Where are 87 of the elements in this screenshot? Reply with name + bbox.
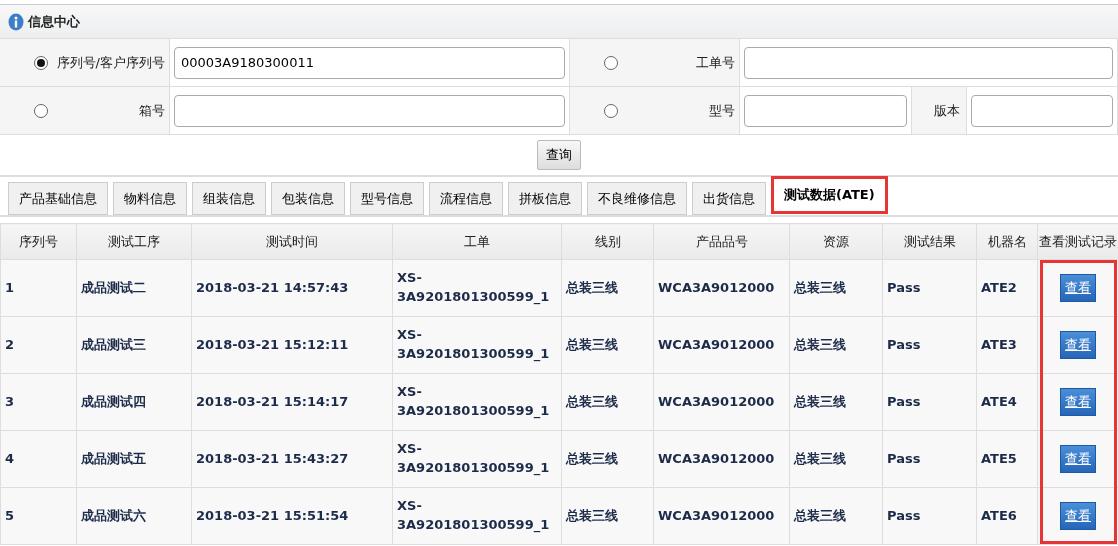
tab[interactable]: 拼板信息 [508, 182, 582, 215]
table-cell: WCA3A9012000 [653, 430, 790, 488]
table-cell: 总装三线 [789, 373, 883, 431]
table-cell: XS-3A9201801300599_1 [392, 373, 562, 431]
table-cell: Pass [882, 430, 977, 488]
table-cell: ATE5 [976, 430, 1038, 488]
table-cell: 成品测试四 [76, 373, 192, 431]
table-cell: WCA3A9012000 [653, 373, 790, 431]
radio-button[interactable] [34, 55, 48, 70]
input-field[interactable]: 00003A9180300011 [174, 46, 565, 79]
tab[interactable]: 测试数据(ATE) [771, 176, 888, 214]
table-cell: 成品测试六 [76, 487, 192, 545]
table-cell: XS-3A9201801300599_1 [392, 259, 562, 317]
table-cell: WCA3A9012000 [653, 487, 790, 545]
table-cell: 总装三线 [561, 430, 654, 488]
panel-title: 信息中心 [28, 12, 80, 31]
table-cell: XS-3A9201801300599_1 [392, 430, 562, 488]
column-header: 工单 [392, 223, 562, 260]
table-cell: 总装三线 [561, 259, 654, 317]
table-cell: 总装三线 [561, 316, 654, 374]
table-cell: Pass [882, 316, 977, 374]
table-cell: 3 [0, 373, 77, 431]
tab[interactable]: 不良维修信息 [587, 182, 687, 215]
field-label: 箱号 [139, 101, 165, 120]
tab[interactable]: 出货信息 [692, 182, 766, 215]
table-cell: 总装三线 [561, 373, 654, 431]
field-label: 版本 [934, 101, 960, 120]
table-cell: 成品测试三 [76, 316, 192, 374]
table-cell: WCA3A9012000 [653, 316, 790, 374]
table-cell: 成品测试五 [76, 430, 192, 488]
info-icon [8, 12, 24, 31]
table-cell: 总装三线 [789, 259, 883, 317]
table-cell: 成品测试二 [76, 259, 192, 317]
column-header: 查看测试记录 [1037, 223, 1118, 260]
view-button[interactable]: 查看 [1060, 273, 1096, 303]
table-cell: 1 [0, 259, 77, 317]
tab[interactable]: 物料信息 [113, 182, 187, 215]
table-cell: WCA3A9012000 [653, 259, 790, 317]
input-field[interactable] [971, 94, 1113, 127]
table-cell: ATE3 [976, 316, 1038, 374]
table-cell: 4 [0, 430, 77, 488]
table-cell: 2018-03-21 15:12:11 [191, 316, 393, 374]
table-cell: ATE4 [976, 373, 1038, 431]
column-header: 测试工序 [76, 223, 192, 260]
column-header: 测试结果 [882, 223, 977, 260]
tab[interactable]: 型号信息 [350, 182, 424, 215]
view-button[interactable]: 查看 [1060, 387, 1096, 417]
table-cell: 总装三线 [789, 487, 883, 545]
input-field[interactable] [744, 46, 1113, 79]
tab[interactable]: 流程信息 [429, 182, 503, 215]
table-cell: Pass [882, 259, 977, 317]
table-cell: 总装三线 [789, 316, 883, 374]
table-cell: 2018-03-21 15:51:54 [191, 487, 393, 545]
column-header: 资源 [789, 223, 883, 260]
view-button[interactable]: 查看 [1060, 444, 1096, 474]
table-cell: 2 [0, 316, 77, 374]
column-header: 线别 [561, 223, 654, 260]
table-cell: 2018-03-21 15:14:17 [191, 373, 393, 431]
input-field[interactable] [744, 94, 907, 127]
field-label: 工单号 [696, 53, 735, 72]
radio-button[interactable] [604, 55, 618, 70]
view-button[interactable]: 查看 [1060, 330, 1096, 360]
query-button[interactable]: 查询 [537, 140, 581, 170]
column-header: 序列号 [0, 223, 77, 260]
tab[interactable]: 组装信息 [192, 182, 266, 215]
column-header: 测试时间 [191, 223, 393, 260]
column-header: 产品品号 [653, 223, 790, 260]
table-cell: Pass [882, 373, 977, 431]
table-cell: 2018-03-21 15:43:27 [191, 430, 393, 488]
input-field[interactable] [174, 94, 565, 127]
view-button[interactable]: 查看 [1060, 501, 1096, 531]
table-cell: XS-3A9201801300599_1 [392, 487, 562, 545]
table-cell: XS-3A9201801300599_1 [392, 316, 562, 374]
table-cell: 总装三线 [561, 487, 654, 545]
table-cell: ATE6 [976, 487, 1038, 545]
table-cell: Pass [882, 487, 977, 545]
radio-button[interactable] [34, 103, 48, 118]
tab[interactable]: 包装信息 [271, 182, 345, 215]
table-cell: 2018-03-21 14:57:43 [191, 259, 393, 317]
table-cell: ATE2 [976, 259, 1038, 317]
column-header: 机器名 [976, 223, 1038, 260]
table-cell: 总装三线 [789, 430, 883, 488]
field-label: 序列号/客户序列号 [56, 53, 165, 72]
tab[interactable]: 产品基础信息 [8, 182, 108, 215]
table-cell: 5 [0, 487, 77, 545]
field-label: 型号 [709, 101, 735, 120]
radio-button[interactable] [604, 103, 618, 118]
